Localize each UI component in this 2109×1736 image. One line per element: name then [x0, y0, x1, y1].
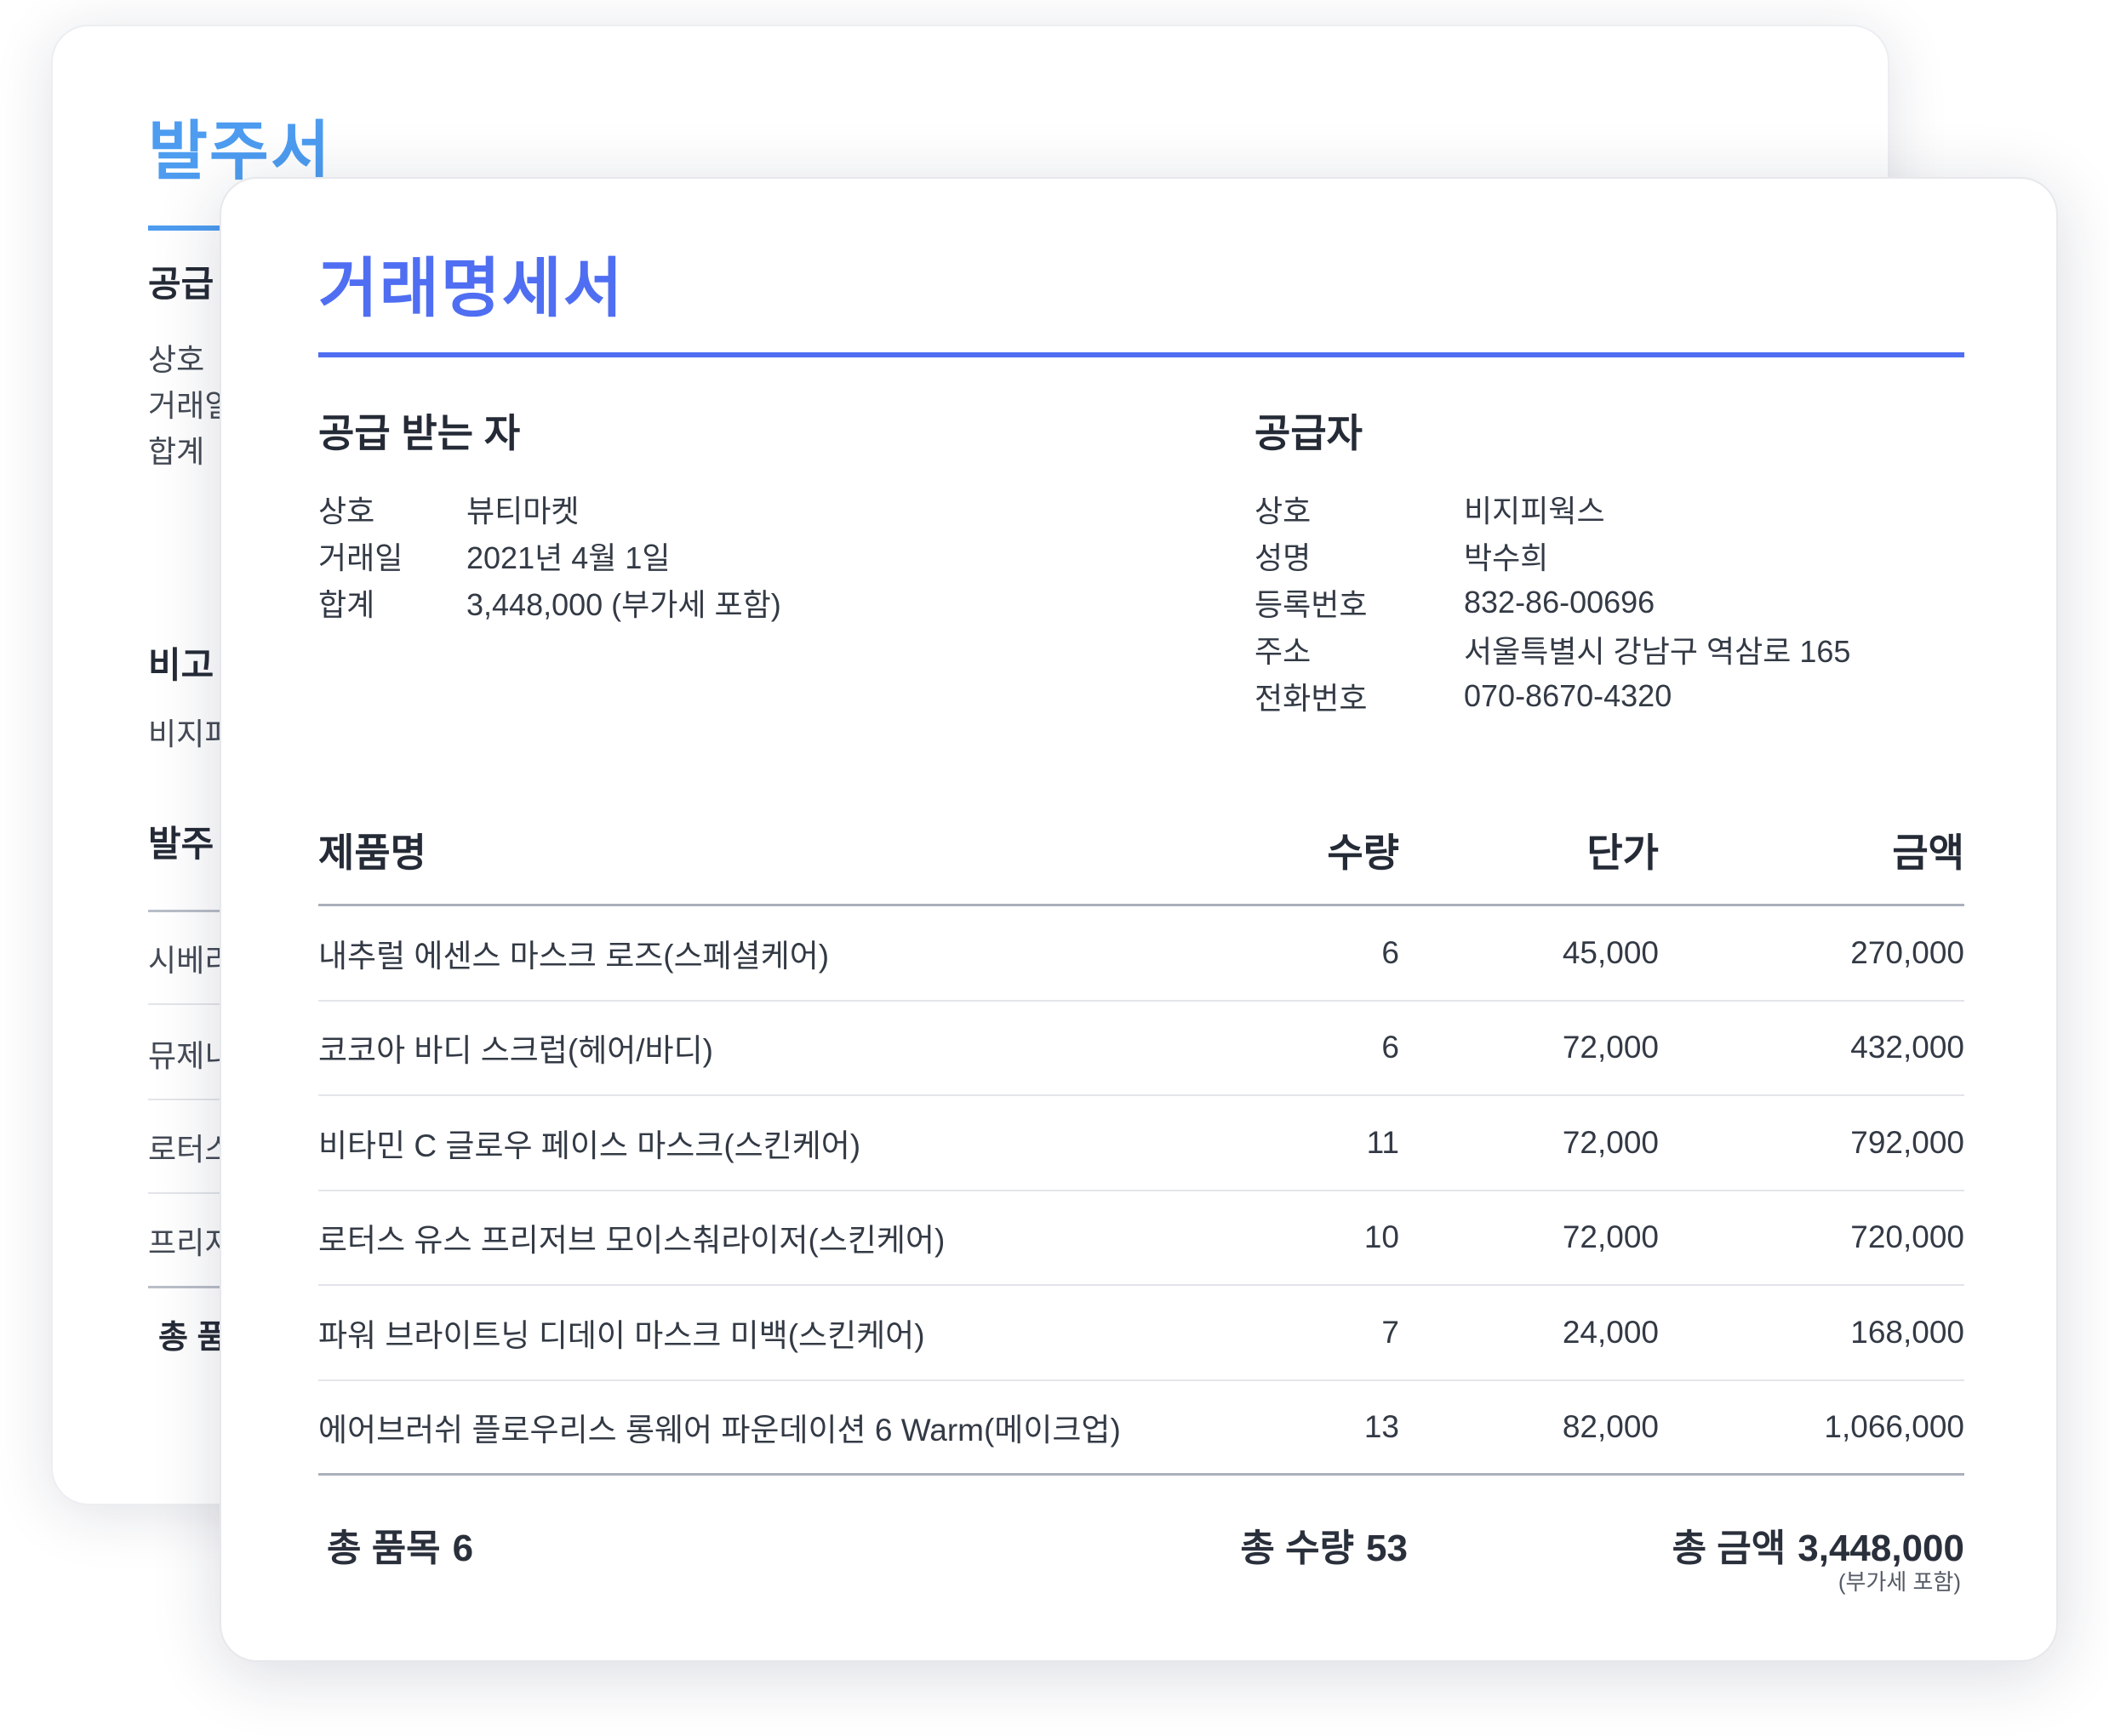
title-underline	[318, 352, 1964, 357]
quantity: 7	[1381, 1314, 1399, 1350]
amount: 270,000	[1850, 934, 1964, 970]
column-header-product: 제품명	[318, 831, 426, 875]
product-name: 로터스 유스 프리저브 모이스춰라이저(스킨케어)	[318, 1223, 946, 1259]
info-value: 832-86-00696	[1464, 584, 1655, 620]
info-label: 등록번호	[1255, 586, 1368, 622]
supplier-row: 주소 서울특별시 강남구 역삼로 165	[1255, 625, 1850, 672]
supplier-section: 공급자 상호 비지피웍스 성명 박수희 등록번호 832-86-00696 주소…	[1255, 414, 1850, 719]
items-table: 제품명 수량 단가 금액 내추럴 에센스 마스크 로즈(스페셜케어) 6 45,…	[318, 791, 1964, 1476]
info-value: 3,448,000 (부가세 포함)	[466, 586, 781, 622]
supplier-row: 전화번호 070-8670-4320	[1255, 672, 1850, 719]
unit-price: 82,000	[1562, 1408, 1659, 1444]
product-name: 파워 브라이트닝 디데이 마스크 미백(스킨케어)	[318, 1317, 925, 1353]
info-label: 전화번호	[1255, 680, 1368, 716]
info-label: 주소	[1255, 633, 1312, 669]
po-total-label: 총 품	[158, 1320, 227, 1356]
product-name: 비타민 C 글로우 페이스 마스크(스킨케어)	[318, 1128, 861, 1163]
purchase-order-title: 발주서	[148, 116, 332, 188]
receiver-row: 합계 3,448,000 (부가세 포함)	[318, 579, 781, 625]
amount: 168,000	[1850, 1314, 1964, 1350]
quantity: 13	[1363, 1408, 1399, 1444]
total-items-value: 6	[452, 1528, 474, 1569]
info-label: 성명	[1255, 540, 1312, 575]
total-amount-label: 총 금액	[1672, 1528, 1786, 1569]
totals-bar: 총 품목 6 총 수량 53 총 금액 3,448,000	[318, 1515, 1964, 1583]
supplier-heading: 공급자	[1255, 411, 1363, 455]
po-supplier-heading: 공급	[148, 264, 214, 304]
unit-price: 72,000	[1562, 1219, 1659, 1255]
table-row: 내추럴 에센스 마스크 로즈(스페셜케어) 6 45,000 270,000	[318, 906, 1964, 1002]
info-value: 070-8670-4320	[1464, 677, 1672, 713]
column-header-amount: 금액	[1892, 831, 1964, 875]
amount: 792,000	[1850, 1124, 1964, 1160]
po-label: 합계	[148, 434, 205, 469]
total-quantity: 총 수량 53	[1240, 1515, 1408, 1583]
total-amount-value: 3,448,000	[1798, 1528, 1964, 1569]
quantity: 11	[1366, 1124, 1399, 1160]
table-row: 코코아 바디 스크럽(헤어/바디) 6 72,000 432,000	[318, 1002, 1964, 1096]
po-label: 상호	[148, 342, 205, 377]
table-header-row: 제품명 수량 단가 금액	[318, 791, 1964, 906]
info-label: 거래일	[318, 540, 403, 575]
amount: 1,066,000	[1824, 1408, 1964, 1444]
total-quantity-value: 53	[1366, 1528, 1408, 1569]
unit-price: 45,000	[1562, 934, 1659, 970]
receiver-section: 공급 받는 자 상호 뷰티마켓 거래일 2021년 4월 1일 합계 3,448…	[318, 414, 781, 625]
table-row: 로터스 유스 프리저브 모이스춰라이저(스킨케어) 10 72,000 720,…	[318, 1191, 1964, 1286]
receiver-row: 상호 뷰티마켓	[318, 485, 781, 532]
column-header-unit-price: 단가	[1586, 831, 1659, 875]
total-items-label: 총 품목	[327, 1528, 441, 1569]
unit-price: 72,000	[1562, 1030, 1659, 1065]
info-label: 상호	[318, 493, 375, 528]
transaction-statement-card: 거래명세서 공급 받는 자 상호 뷰티마켓 거래일 2021년 4월 1일 합계…	[220, 177, 2058, 1662]
info-value: 2021년 4월 1일	[466, 540, 671, 575]
unit-price: 24,000	[1562, 1314, 1659, 1350]
quantity: 6	[1381, 934, 1399, 970]
table-row: 에어브러쉬 플로우리스 롱웨어 파운데이션 6 Warm(메이크업) 13 82…	[318, 1381, 1964, 1476]
quantity: 6	[1381, 1030, 1399, 1065]
info-value: 뷰티마켓	[466, 493, 580, 528]
amount: 432,000	[1850, 1030, 1964, 1065]
po-order-heading: 발주	[148, 824, 214, 864]
table-row: 비타민 C 글로우 페이스 마스크(스킨케어) 11 72,000 792,00…	[318, 1096, 1964, 1191]
receiver-heading: 공급 받는 자	[318, 411, 521, 455]
product-name: 내추럴 에센스 마스크 로즈(스페셜케어)	[318, 938, 830, 974]
supplier-row: 상호 비지피웍스	[1255, 485, 1850, 532]
table-row: 파워 브라이트닝 디데이 마스크 미백(스킨케어) 7 24,000 168,0…	[318, 1286, 1964, 1381]
info-label: 합계	[318, 586, 375, 622]
unit-price: 72,000	[1562, 1124, 1659, 1160]
product-name: 에어브러쉬 플로우리스 롱웨어 파운데이션 6 Warm(메이크업)	[318, 1412, 1121, 1448]
supplier-row: 성명 박수희	[1255, 532, 1850, 579]
info-label: 상호	[1255, 493, 1312, 528]
total-quantity-label: 총 수량	[1240, 1528, 1355, 1569]
receiver-row: 거래일 2021년 4월 1일	[318, 532, 781, 579]
info-value: 비지피웍스	[1464, 493, 1605, 528]
product-name: 코코아 바디 스크럽(헤어/바디)	[318, 1033, 713, 1069]
total-items: 총 품목 6	[327, 1515, 473, 1583]
statement-title: 거래명세서	[318, 253, 625, 325]
po-note-heading: 비고	[148, 645, 214, 685]
vat-note: (부가세 포함)	[1838, 1569, 1961, 1595]
info-value: 박수희	[1464, 540, 1549, 575]
supplier-row: 등록번호 832-86-00696	[1255, 579, 1850, 625]
info-value: 서울특별시 강남구 역삼로 165	[1464, 633, 1851, 669]
quantity: 10	[1363, 1219, 1399, 1255]
amount: 720,000	[1850, 1219, 1964, 1255]
column-header-quantity: 수량	[1327, 831, 1399, 875]
